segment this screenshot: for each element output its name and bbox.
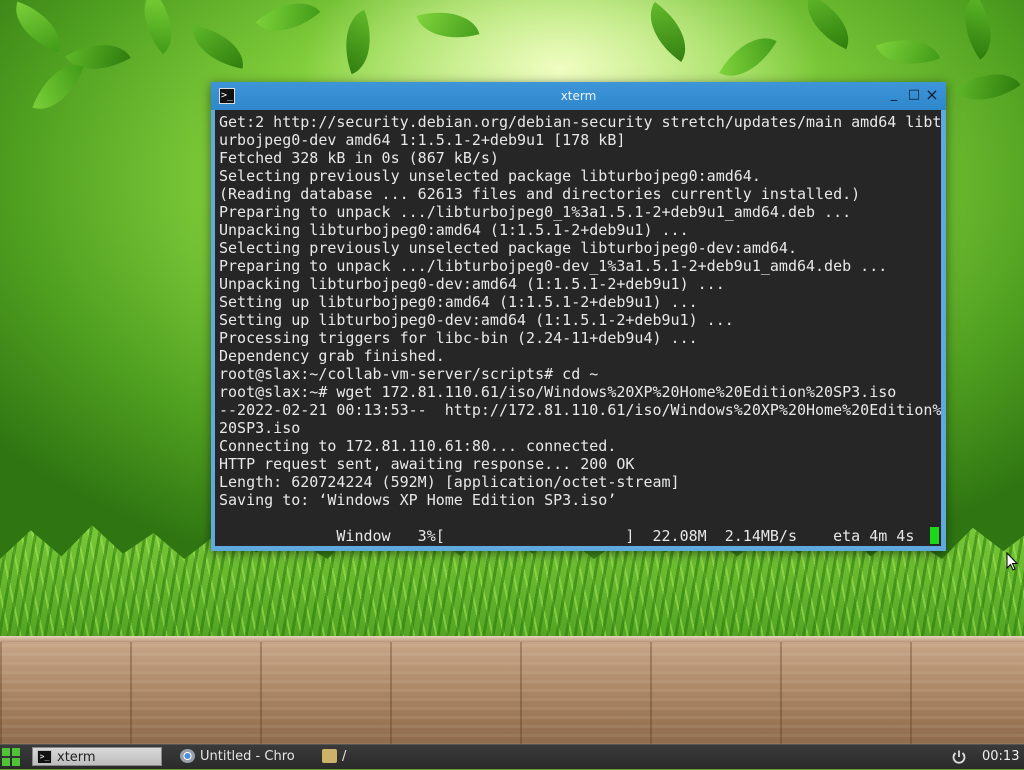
terminal-line: Unpacking libturbojpeg0:amd64 (1:1.5.1-2…: [219, 221, 689, 239]
taskbar-item-label: Untitled - Chro: [200, 749, 295, 764]
terminal-cursor: [930, 527, 939, 544]
terminal-line: Saving to: ‘Windows XP Home Edition SP3.…: [219, 491, 617, 509]
terminal-line: Selecting previously unselected package …: [219, 167, 761, 185]
terminal-line: Setting up libturbojpeg0-dev:amd64 (1:1.…: [219, 311, 734, 329]
terminal-line: --2022-02-21 00:13:53-- http://172.81.11…: [219, 401, 941, 419]
terminal-line: urbojpeg0-dev amd64 1:1.5.1-2+deb9u1 [17…: [219, 131, 626, 149]
terminal-icon: >_: [37, 750, 52, 764]
terminal-line: Selecting previously unselected package …: [219, 239, 797, 257]
wallpaper-wooden-table: [0, 636, 1024, 746]
terminal-line: 20SP3.iso: [219, 419, 301, 437]
start-grid-icon: [2, 748, 10, 756]
terminal-line: (Reading database ... 62613 files and di…: [219, 185, 861, 203]
start-grid-icon: [12, 758, 20, 766]
maximize-button[interactable]: □: [906, 87, 922, 103]
folder-icon: [322, 749, 337, 763]
chrome-icon: [180, 749, 195, 763]
terminal-line: Connecting to 172.81.110.61:80... connec…: [219, 437, 617, 455]
taskbar-item-label: xterm: [57, 750, 96, 765]
clock[interactable]: 00:13: [982, 745, 1019, 769]
terminal-line: Fetched 328 kB in 0s (867 kB/s): [219, 149, 499, 167]
taskbar-item-chrome[interactable]: Untitled - Chro: [176, 747, 306, 766]
terminal-line: Preparing to unpack .../libturbojpeg0-de…: [219, 257, 888, 275]
start-grid-icon: [2, 758, 10, 766]
taskbar-item-file-manager[interactable]: /: [318, 747, 448, 766]
taskbar-item-xterm[interactable]: >_ xterm: [32, 747, 162, 766]
taskbar-item-label: /: [342, 749, 347, 764]
terminal-line: root@slax:~/collab-vm-server/scripts# cd…: [219, 365, 599, 383]
power-icon[interactable]: [950, 748, 968, 766]
wallpaper-table-edge: [0, 636, 1024, 642]
start-menu-button[interactable]: [2, 748, 20, 766]
terminal-line: Unpacking libturbojpeg0-dev:amd64 (1:1.5…: [219, 275, 725, 293]
terminal-line: Length: 620724224 (592M) [application/oc…: [219, 473, 680, 491]
terminal-line: root@slax:~# wget 172.81.110.61/iso/Wind…: [219, 383, 897, 401]
window-titlebar[interactable]: >_ xterm _ □ ×: [211, 82, 946, 110]
taskbar: >_ xterm Untitled - Chro / 00:13: [0, 744, 1024, 769]
start-grid-icon: [12, 748, 20, 756]
close-button[interactable]: ×: [924, 87, 940, 103]
terminal-area[interactable]: Get:2 http://security.debian.org/debian-…: [215, 110, 941, 546]
terminal-line: HTTP request sent, awaiting response... …: [219, 455, 635, 473]
terminal-line: Preparing to unpack .../libturbojpeg0_1%…: [219, 203, 852, 221]
terminal-line: Dependency grab finished.: [219, 347, 445, 365]
terminal-line: Setting up libturbojpeg0:amd64 (1:1.5.1-…: [219, 293, 698, 311]
minimize-button[interactable]: _: [886, 87, 902, 103]
xterm-window[interactable]: >_ xterm _ □ × Get:2 http://security.deb…: [211, 82, 946, 551]
window-title: xterm: [560, 89, 597, 103]
terminal-line: Processing triggers for libc-bin (2.24-1…: [219, 329, 698, 347]
terminal-line: Window 3%[ ] 22.08M 2.14MB/s eta 4m 4s: [219, 527, 915, 545]
terminal-line: Get:2 http://security.debian.org/debian-…: [219, 113, 941, 131]
terminal-output: Get:2 http://security.debian.org/debian-…: [219, 113, 941, 545]
